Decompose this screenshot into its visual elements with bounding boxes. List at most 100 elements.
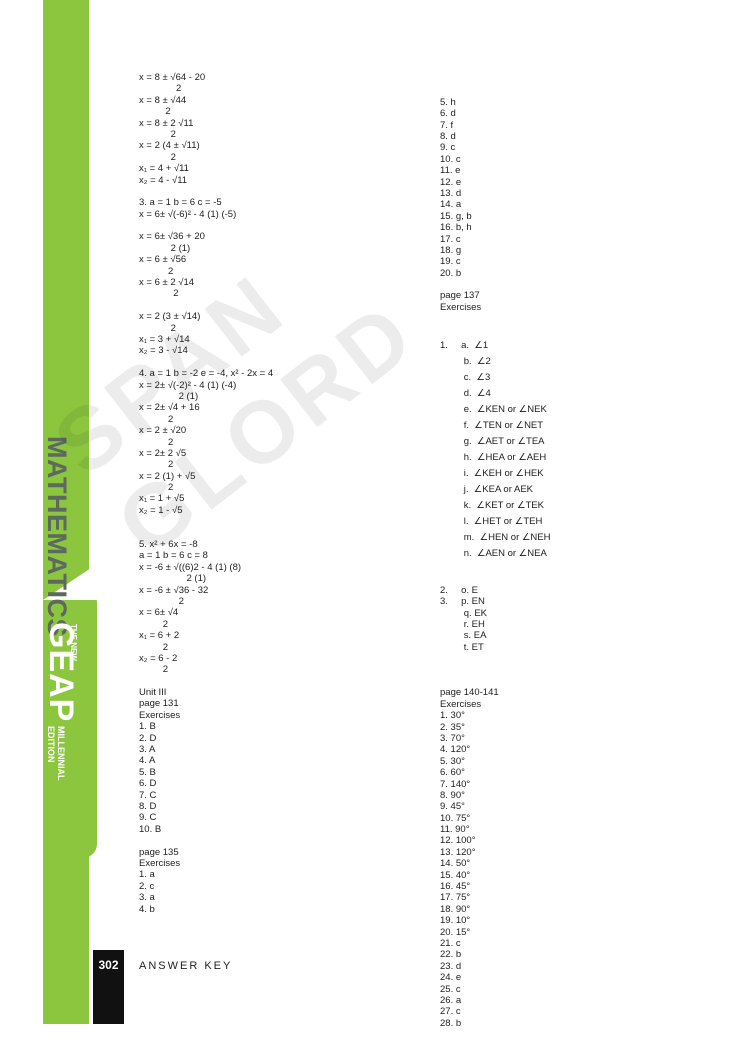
answer-line: x₁ = 1 + √5 bbox=[139, 493, 185, 505]
answer-line: 2 bbox=[139, 322, 176, 334]
answer-line: 2 bbox=[139, 436, 174, 448]
answer-line: 5. x² + 6x = -8 bbox=[139, 539, 198, 551]
answer-line: 27. c bbox=[440, 1006, 461, 1018]
answer-line: page 140-141 bbox=[440, 687, 499, 699]
answer-line: page 135 bbox=[139, 846, 179, 858]
answer-line: 18. g bbox=[440, 244, 462, 256]
answer-line: 17. c bbox=[440, 233, 461, 245]
ray-answer: q. EK bbox=[440, 607, 487, 619]
answer-line: 2 bbox=[139, 106, 171, 118]
answer-line: 18. 90° bbox=[440, 903, 471, 915]
answer-line: 5. B bbox=[139, 766, 156, 778]
answer-line: 19. c bbox=[440, 256, 461, 268]
answer-line: 10. 75° bbox=[440, 812, 471, 824]
answer-line: 2 bbox=[139, 265, 174, 277]
answer-line bbox=[139, 835, 273, 846]
page-margin bbox=[0, 0, 44, 1024]
answer-line: 2 bbox=[139, 288, 179, 300]
answers-list-top: 5. h 6. d 7. f 8. d 9. c 10. c 11. e 12. e 13. d… bbox=[440, 97, 550, 313]
angle-answer: n. ∠AEN or ∠NEA bbox=[440, 548, 547, 560]
angle-answer: k. ∠KET or ∠TEK bbox=[440, 500, 544, 512]
answer-line: 4. a = 1 b = -2 e = -4, x² - 2x = 4 bbox=[139, 368, 274, 380]
answer-line: x = -6 ± √36 - 32 bbox=[139, 584, 209, 596]
angle-answer: i. ∠KEH or ∠HEK bbox=[440, 468, 544, 480]
answer-line: 4. A bbox=[139, 755, 156, 767]
answer-line: 6. d bbox=[440, 108, 456, 120]
angle-answer: h. ∠HEA or ∠AEH bbox=[440, 452, 547, 464]
answer-line: x = 6 ± 2 √14 bbox=[139, 277, 195, 289]
answer-line: 8. 90° bbox=[440, 789, 465, 801]
edition-line1: MILLENNIAL bbox=[56, 726, 66, 781]
angle-answer: m. ∠HEN or ∠NEH bbox=[440, 532, 551, 544]
answer-line: 20. 15° bbox=[440, 926, 471, 938]
angle-answer: d. ∠4 bbox=[440, 388, 491, 400]
answer-line: 16. 45° bbox=[440, 881, 471, 893]
answer-line: x = 8 ± √64 - 20 bbox=[139, 72, 206, 83]
angle-answers: 1. a. ∠1 b. ∠2 c. ∠3 d. ∠4 e. ∠KEN or ∠N… bbox=[440, 338, 550, 562]
ray-answer: 3. p. EN bbox=[440, 596, 485, 608]
footer-section-title: ANSWER KEY bbox=[139, 960, 233, 972]
answer-line bbox=[139, 676, 273, 687]
answer-line: x = 2 (3 ± √14) bbox=[139, 311, 201, 323]
answer-line: 20. b bbox=[440, 267, 462, 279]
answer-line: 12. e bbox=[440, 176, 462, 188]
answer-line: x = 2± 2 √5 bbox=[139, 447, 187, 459]
answer-line: x₂ = 6 - 2 bbox=[139, 652, 178, 664]
answer-line: 26. a bbox=[440, 994, 462, 1006]
answer-line: 1. 30° bbox=[440, 710, 465, 722]
answer-line: 2 bbox=[139, 482, 174, 494]
answer-line: 7. 140° bbox=[440, 778, 471, 790]
page-number: 302 bbox=[98, 958, 119, 972]
answer-line: x = 8 ± 2 √11 bbox=[139, 117, 194, 129]
series-brand: GEAP bbox=[42, 622, 80, 723]
answer-line: Exercises bbox=[440, 301, 482, 313]
subject-label: MATHEMATICS bbox=[42, 436, 72, 637]
answer-line: 2. c bbox=[139, 880, 155, 892]
answer-line: x₁ = 3 + √14 bbox=[139, 333, 190, 345]
answer-line bbox=[139, 186, 273, 197]
answer-line bbox=[139, 220, 273, 231]
answer-line: 2 (1) bbox=[139, 573, 207, 585]
angle-answer: g. ∠AET or ∠TEA bbox=[440, 436, 545, 448]
answer-line: 11. 90° bbox=[440, 824, 470, 836]
answer-line: 17. 75° bbox=[440, 892, 471, 904]
answer-line: 14. a bbox=[440, 199, 462, 211]
ray-answer: s. EA bbox=[440, 630, 487, 642]
answer-line: x = 2 (1) + √5 bbox=[139, 470, 196, 482]
angle-answer: l. ∠HET or ∠TEH bbox=[440, 516, 543, 528]
answer-line: 11. e bbox=[440, 165, 461, 177]
answer-line: 7. f bbox=[440, 119, 454, 131]
answer-line: x₁ = 6 + 2 bbox=[139, 630, 180, 642]
answer-line: 24. e bbox=[440, 972, 462, 984]
answer-line: 4. 120° bbox=[440, 744, 471, 756]
answer-line: Exercises bbox=[139, 857, 181, 869]
ray-answers: 2. o. E 3. p. EN q. EK r. EH s. EA t. ET bbox=[440, 585, 550, 653]
ray-answer: t. ET bbox=[440, 641, 484, 653]
answer-line: x = -6 ± √((6)2 - 4 (1) (8) bbox=[139, 561, 242, 573]
angle-answer: j. ∠KEA or AEK bbox=[440, 484, 533, 496]
answer-line: page 137 bbox=[440, 290, 480, 302]
answer-line: 13. d bbox=[440, 187, 462, 199]
answer-line: 14. 50° bbox=[440, 858, 471, 870]
answer-line: 2 bbox=[139, 618, 169, 630]
answer-line: 15. g, b bbox=[440, 210, 472, 222]
answer-line: 2. 35° bbox=[440, 721, 465, 733]
answer-line: 2. D bbox=[139, 732, 157, 744]
answer-line: 8. D bbox=[139, 801, 157, 812]
answer-line: 22. b bbox=[440, 949, 462, 961]
angle-answer: 1. a. ∠1 bbox=[440, 340, 489, 352]
answer-line: 9. 45° bbox=[440, 801, 465, 813]
answer-line: 3. a bbox=[139, 892, 155, 904]
answer-line: 2 bbox=[139, 641, 169, 653]
answer-line: 19. 10° bbox=[440, 915, 471, 927]
answer-line: x = 6± √4 bbox=[139, 607, 179, 619]
answer-line: Exercises bbox=[139, 709, 181, 721]
answer-line: 12. 100° bbox=[440, 835, 476, 847]
answer-line: 8. d bbox=[440, 130, 456, 142]
answer-line: a = 1 b = 6 c = 8 bbox=[139, 550, 208, 562]
answer-line: Exercises bbox=[440, 698, 482, 710]
answer-line bbox=[139, 516, 273, 527]
answer-line: 1. B bbox=[139, 721, 156, 733]
answer-line: 2 (1) bbox=[139, 242, 191, 254]
answer-line: 2 bbox=[139, 83, 182, 95]
